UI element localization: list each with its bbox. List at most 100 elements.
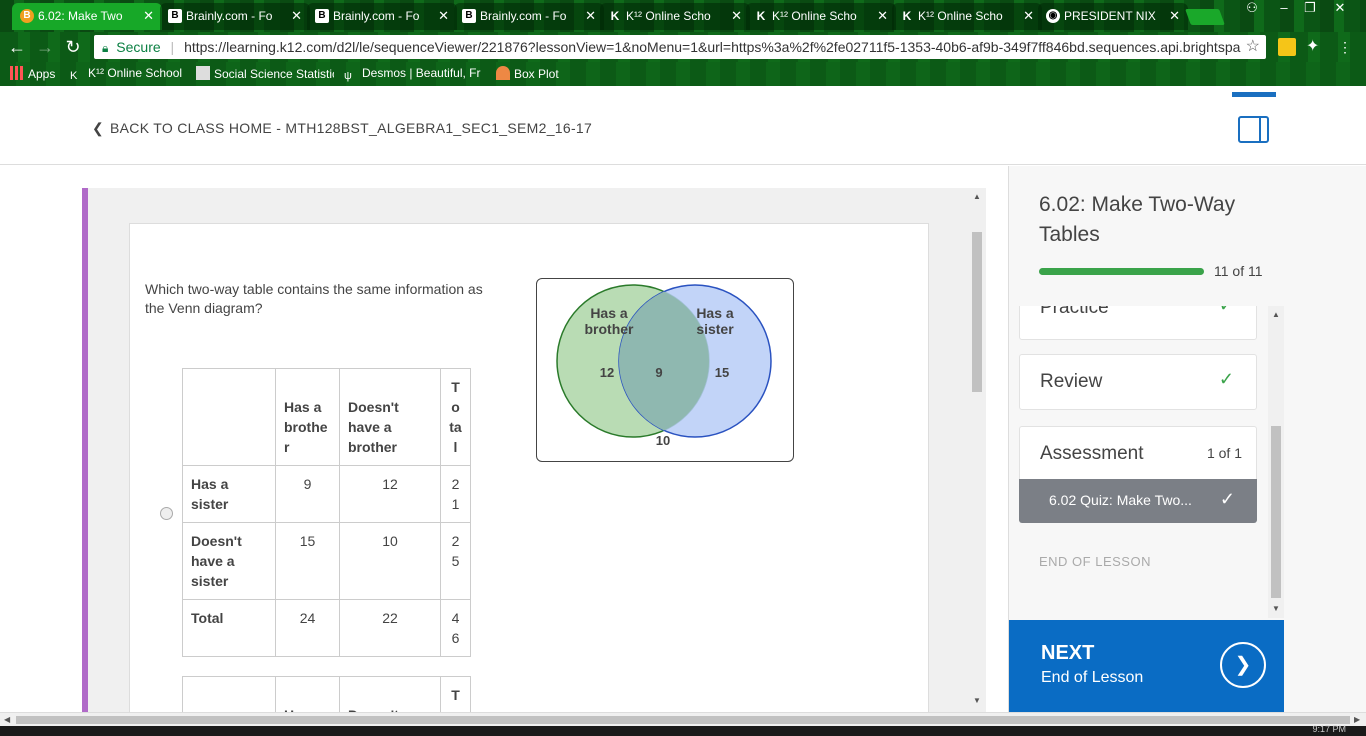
quiz-label: 6.02 Quiz: Make Two... bbox=[1049, 492, 1192, 508]
chevron-right-icon: ❯ bbox=[1220, 642, 1266, 688]
lesson-progress-text: 11 of 11 bbox=[1214, 263, 1263, 279]
activity-practice[interactable]: Practice ✓ bbox=[1019, 306, 1257, 340]
side-scrollbar[interactable]: ▲ ▼ bbox=[1268, 306, 1284, 618]
tab-brainly-3[interactable]: B Brainly.com - Fo ✕ bbox=[454, 3, 604, 30]
close-tab-icon[interactable]: ✕ bbox=[143, 3, 154, 29]
check-icon: ✓ bbox=[1218, 369, 1234, 389]
scroll-down-icon[interactable]: ▼ bbox=[1272, 604, 1280, 613]
table-cell: 4 6 bbox=[440, 599, 471, 657]
table-cell: 2 1 bbox=[440, 465, 471, 523]
bookmark-desmos[interactable]: ψ Desmos | Beautiful, Fr bbox=[344, 66, 484, 84]
activity-count: 1 of 1 bbox=[1206, 445, 1242, 461]
brainly-orange-icon: B bbox=[20, 9, 34, 23]
accent-bar bbox=[82, 188, 88, 712]
tab-6-02-make-two[interactable]: B 6.02: Make Two ✕ bbox=[12, 3, 162, 30]
new-tab-button[interactable] bbox=[1185, 9, 1225, 25]
close-tab-icon[interactable]: ✕ bbox=[291, 3, 302, 29]
check-icon: ✓ bbox=[1219, 306, 1234, 316]
venn-label-sister: Has a sister bbox=[696, 305, 734, 337]
close-tab-icon[interactable]: ✕ bbox=[1023, 3, 1034, 29]
bookmark-social-science[interactable]: Social Science Statistic bbox=[196, 66, 334, 81]
toggle-panel-button[interactable] bbox=[1238, 116, 1269, 143]
k12-icon: K bbox=[70, 70, 78, 82]
activity-label: Practice bbox=[1040, 306, 1109, 318]
scroll-up-icon[interactable]: ▲ bbox=[973, 192, 981, 201]
desmos-icon: ψ bbox=[344, 70, 352, 82]
close-tab-icon[interactable]: ✕ bbox=[877, 3, 888, 29]
tab-k12-2[interactable]: K K¹² Online Scho ✕ bbox=[746, 3, 896, 30]
tab-title: K¹² Online Scho bbox=[772, 9, 857, 23]
close-tab-icon[interactable]: ✕ bbox=[1169, 3, 1180, 29]
tab-title: K¹² Online Scho bbox=[626, 9, 711, 23]
bookmark-label: K¹² Online School bbox=[88, 66, 183, 80]
tab-title: K¹² Online Scho bbox=[918, 9, 1003, 23]
tab-title: Brainly.com - Fo bbox=[480, 9, 567, 23]
answer-radio-1[interactable] bbox=[160, 507, 173, 520]
bookmark-box-plot[interactable]: Box Plot bbox=[496, 66, 559, 81]
forward-arrow-icon[interactable]: → bbox=[34, 36, 56, 58]
header-accent bbox=[1232, 92, 1276, 97]
close-tab-icon[interactable]: ✕ bbox=[438, 3, 449, 29]
venn-value-brother-only: 12 bbox=[600, 365, 614, 380]
bookmark-label: Apps bbox=[28, 67, 56, 81]
scroll-down-icon[interactable]: ▼ bbox=[973, 696, 981, 705]
restore-icon[interactable]: ❐ bbox=[1296, 0, 1324, 18]
minimize-icon[interactable]: ‒ bbox=[1270, 0, 1298, 18]
page-header: ❮ BACK TO CLASS HOME - MTH128BST_ALGEBRA1… bbox=[0, 92, 1366, 165]
scroll-left-icon[interactable]: ◀ bbox=[4, 715, 10, 724]
user-profile-icon[interactable]: ⚇ bbox=[1238, 0, 1266, 18]
table-header-cell: Doesn't have a brother bbox=[339, 368, 441, 466]
apps-grid-icon bbox=[10, 66, 24, 80]
close-window-icon[interactable]: ✕ bbox=[1326, 0, 1354, 18]
content-scroll-thumb[interactable] bbox=[972, 232, 982, 392]
bookmark-k12[interactable]: K K¹² Online School bbox=[70, 66, 190, 84]
table-corner-cell bbox=[182, 368, 276, 466]
reload-icon[interactable]: ↻ bbox=[62, 36, 84, 58]
brainly-b-icon: B bbox=[168, 9, 182, 23]
venn-value-sister-only: 15 bbox=[715, 365, 729, 380]
extension-pin-icon[interactable]: ✦ bbox=[1306, 38, 1324, 56]
activity-assessment[interactable]: Assessment 1 of 1 bbox=[1019, 426, 1257, 480]
extension-notes-icon[interactable] bbox=[1278, 38, 1296, 56]
table-cell: 12 bbox=[339, 465, 441, 523]
answer-table-1: Has a brothe r Doesn't have a brother T … bbox=[182, 368, 471, 657]
close-tab-icon[interactable]: ✕ bbox=[731, 3, 742, 29]
scroll-right-icon[interactable]: ▶ bbox=[1354, 715, 1360, 724]
side-scroll-thumb[interactable] bbox=[1271, 426, 1281, 598]
k12-icon: K bbox=[756, 9, 766, 23]
activity-quiz[interactable]: 6.02 Quiz: Make Two... ✓ bbox=[1019, 479, 1257, 523]
back-to-class-home-link[interactable]: ❮ BACK TO CLASS HOME - MTH128BST_ALGEBRA1… bbox=[92, 120, 592, 137]
bookmark-star-icon[interactable]: ☆ bbox=[1246, 35, 1260, 59]
tab-brainly-2[interactable]: B Brainly.com - Fo ✕ bbox=[307, 3, 457, 30]
table-header-cell: T bbox=[440, 676, 471, 712]
horizontal-scrollbar[interactable]: ◀ ▶ bbox=[0, 712, 1366, 726]
horizontal-scroll-thumb[interactable] bbox=[16, 716, 1350, 724]
address-bar[interactable]: 🔒︎ Secure | https://learning.k12.com/d2l… bbox=[94, 35, 1266, 59]
back-label: BACK TO CLASS HOME - MTH128BST_ALGEBRA1_… bbox=[110, 120, 593, 136]
scroll-up-icon[interactable]: ▲ bbox=[1272, 310, 1280, 319]
table-row: Has a sister 9 12 2 1 bbox=[182, 465, 471, 523]
table-header-cell: Has a brothe r bbox=[275, 368, 340, 466]
lesson-progress-fill bbox=[1039, 268, 1204, 275]
url-text: https://learning.k12.com/d2l/le/sequence… bbox=[184, 39, 1241, 55]
tab-title: Brainly.com - Fo bbox=[333, 9, 420, 23]
table-header-row: Has a Doesn't T bbox=[182, 676, 471, 712]
bookmark-apps[interactable]: Apps bbox=[10, 66, 55, 81]
table-row-header: Total bbox=[182, 599, 276, 657]
close-tab-icon[interactable]: ✕ bbox=[585, 3, 596, 29]
tab-k12-1[interactable]: K K¹² Online Scho ✕ bbox=[600, 3, 750, 30]
table-cell: 2 5 bbox=[440, 522, 471, 600]
answer-table-2: Has a Doesn't T bbox=[182, 676, 471, 712]
table-cell: 10 bbox=[339, 522, 441, 600]
tab-brainly-1[interactable]: B Brainly.com - Fo ✕ bbox=[160, 3, 310, 30]
back-arrow-icon[interactable]: ← bbox=[6, 36, 28, 58]
content-scrollbar[interactable]: ▲ ▼ bbox=[968, 188, 986, 710]
question-card: Which two-way table contains the same in… bbox=[129, 223, 929, 712]
activity-review[interactable]: Review ✓ bbox=[1019, 354, 1257, 410]
menu-icon[interactable]: ⋮ bbox=[1336, 38, 1354, 56]
tab-president[interactable]: ◉ PRESIDENT NIX ✕ bbox=[1038, 3, 1188, 30]
table-header-row: Has a brothe r Doesn't have a brother T … bbox=[182, 368, 471, 466]
tab-k12-3[interactable]: K K¹² Online Scho ✕ bbox=[892, 3, 1042, 30]
k12-icon: K bbox=[610, 9, 620, 23]
next-button[interactable]: NEXT End of Lesson ❯ bbox=[1009, 620, 1284, 712]
